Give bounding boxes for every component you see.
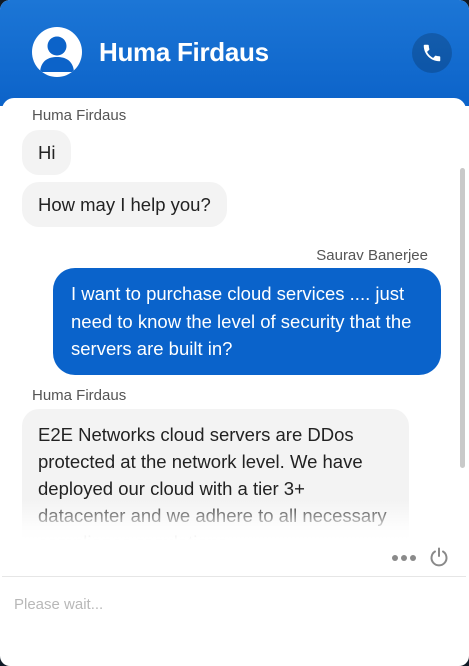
message-bubble-incoming: Hi <box>22 130 72 175</box>
agent-name: Huma Firdaus <box>99 37 269 67</box>
power-icon[interactable] <box>428 546 450 568</box>
chat-header: Huma Firdaus <box>0 0 469 106</box>
phone-icon <box>423 44 441 62</box>
chat-controls <box>2 540 466 576</box>
sender-name: Huma Firdaus <box>32 107 127 124</box>
scrollbar[interactable] <box>460 168 465 468</box>
message-input[interactable] <box>14 586 454 622</box>
call-button[interactable] <box>412 33 452 73</box>
user-avatar-icon <box>32 27 82 77</box>
message-bubble-outgoing: I want to purchase cloud services .... j… <box>53 268 441 375</box>
composer-divider <box>2 576 466 577</box>
more-dots-icon[interactable] <box>390 552 418 564</box>
message-list[interactable]: Huma Firdaus Hi How may I help you? Saur… <box>2 98 466 540</box>
scroll-fade <box>2 500 466 540</box>
message-bubble-incoming: How may I help you? <box>22 182 227 227</box>
chat-widget: Huma Firdaus Huma Firdaus Hi How may I h… <box>0 0 469 666</box>
sender-name: Huma Firdaus <box>32 387 127 404</box>
chat-panel: Huma Firdaus Hi How may I help you? Saur… <box>2 98 466 664</box>
sender-name: Saurav Banerjee <box>316 247 428 264</box>
